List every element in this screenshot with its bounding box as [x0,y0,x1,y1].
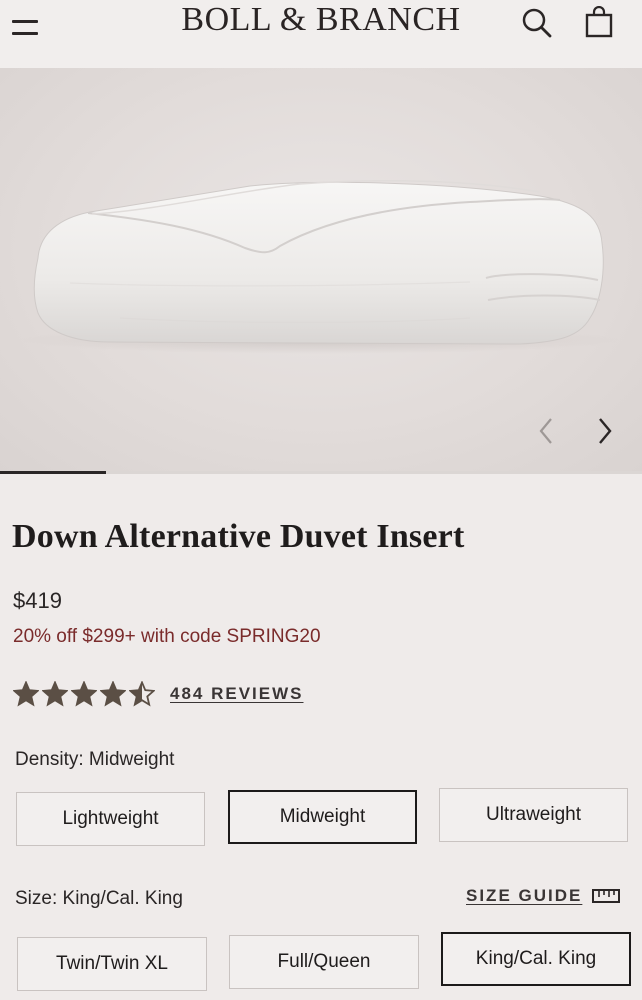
chevron-left-icon[interactable] [534,414,558,448]
size-option-king[interactable]: King/Cal. King [441,932,631,986]
size-option-full-queen[interactable]: Full/Queen [229,935,419,989]
search-icon[interactable] [520,6,554,40]
size-label-row: Size: King/Cal. King [15,888,183,910]
shopping-bag-icon[interactable] [584,6,614,38]
gallery-progress-indicator [0,471,106,474]
star-full-icon [42,681,68,707]
density-option-label: Midweight [279,806,366,827]
chevron-right-icon[interactable] [593,414,617,448]
size-option-label: Twin/Twin XL [56,953,168,974]
density-option-label: Ultraweight [485,804,582,825]
density-selected-value: Midweight [88,749,175,770]
site-header: BOLL & BRANCH [0,0,642,68]
density-option-label: Lightweight [62,808,159,829]
size-selected-value: King/Cal. King [62,888,183,909]
size-guide-label: SIZE GUIDE [466,886,583,905]
size-option-label: Full/Queen [277,951,371,972]
duvet-illustration [20,179,620,354]
density-option-lightweight[interactable]: Lightweight [16,792,205,846]
gallery-progress-track [0,471,642,474]
star-full-icon [13,681,39,707]
product-title: Down Alternative Duvet Insert [12,518,465,555]
size-option-label: King/Cal. King [475,948,597,969]
ruler-icon [592,889,621,903]
product-image[interactable] [0,68,642,472]
product-price: $419 [13,588,62,613]
promo-text: 20% off $299+ with code SPRING20 [13,626,321,647]
star-full-icon [100,681,126,707]
density-option-midweight[interactable]: Midweight [228,790,417,844]
rating-stars [13,681,155,707]
size-guide-link[interactable]: SIZE GUIDE [466,886,621,906]
density-label: Density: [15,749,84,770]
reviews-link[interactable]: 484 REVIEWS [170,684,304,704]
size-option-twin[interactable]: Twin/Twin XL [17,937,207,991]
star-full-icon [71,681,97,707]
size-label: Size: [15,888,58,909]
star-half-icon [129,681,155,707]
density-option-ultraweight[interactable]: Ultraweight [439,788,628,842]
density-label-row: Density: Midweight [15,749,174,771]
rating-summary: 484 REVIEWS [13,681,304,707]
